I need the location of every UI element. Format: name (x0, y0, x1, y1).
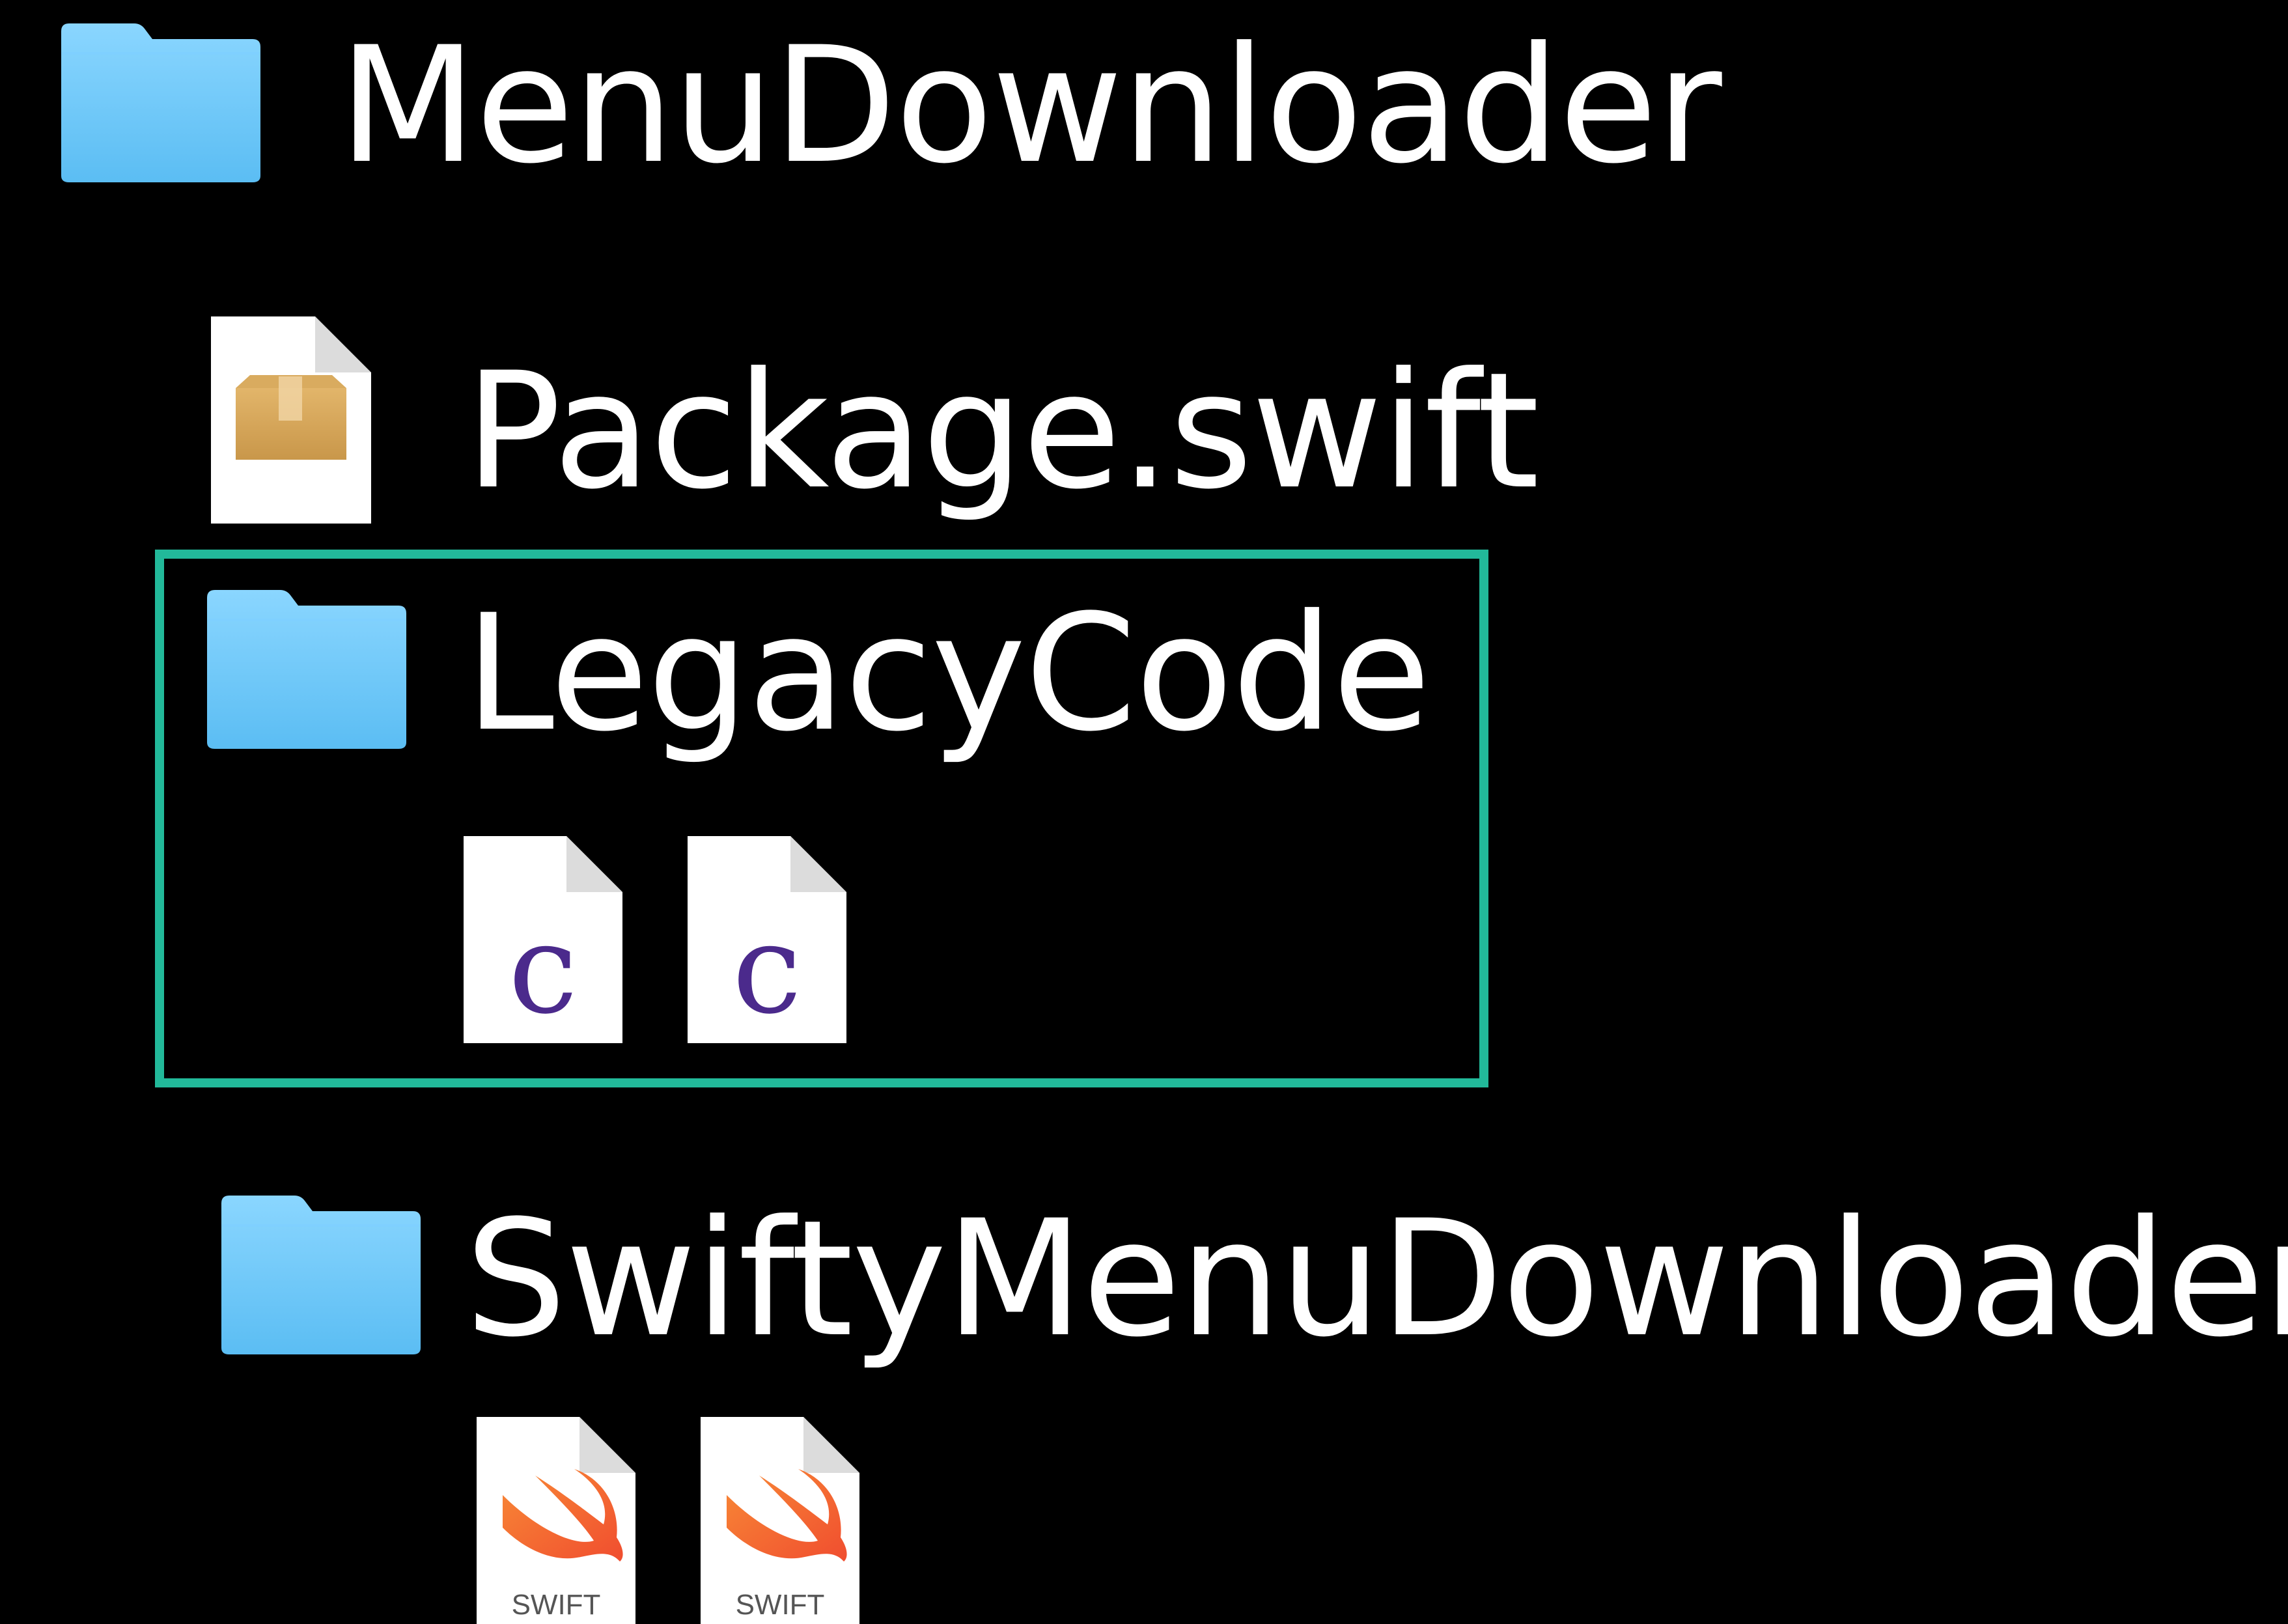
folder-icon (203, 586, 410, 750)
legacy-folder-label: LegacyCode (465, 581, 1431, 767)
folder-icon (57, 20, 264, 184)
c-glyph: c (509, 897, 578, 1041)
c-source-file-icon: c (464, 836, 622, 1043)
package-file-label: Package.swift (465, 339, 1539, 525)
swift-caption: SWIFT (512, 1589, 601, 1621)
legacy-file-c-1[interactable]: c (464, 836, 622, 1043)
swift-package-icon (211, 316, 371, 524)
legacy-file-c-2[interactable]: c (688, 836, 846, 1043)
c-source-file-icon: c (688, 836, 846, 1043)
c-glyph: c (732, 897, 802, 1041)
swift-file-icon: SWIFT (477, 1417, 635, 1624)
swifty-file-2[interactable]: SWIFT (701, 1417, 859, 1624)
swift-caption: SWIFT (736, 1589, 825, 1621)
swift-file-icon: SWIFT (701, 1417, 859, 1624)
swifty-folder-label: SwiftyMenuDownloader (465, 1186, 2288, 1373)
swifty-file-1[interactable]: SWIFT (477, 1417, 635, 1624)
root-folder-label: MenuDownloader (339, 13, 1722, 199)
folder-icon (217, 1192, 425, 1356)
